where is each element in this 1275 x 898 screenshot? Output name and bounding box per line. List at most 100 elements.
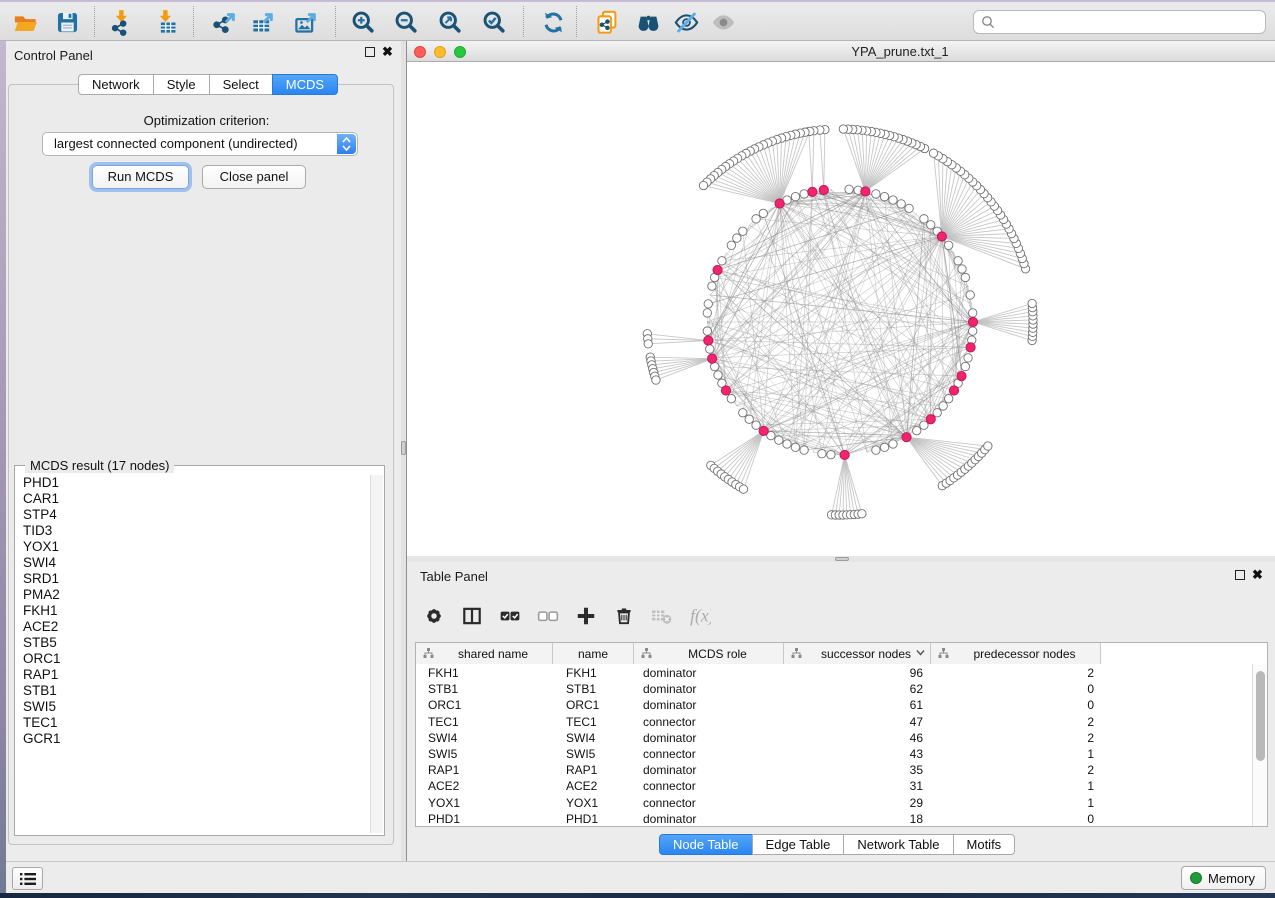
deselect-all-rows-button: [529, 599, 567, 633]
list-item[interactable]: TEC1: [17, 715, 369, 731]
list-icon: [19, 872, 37, 886]
export-image-button[interactable]: [289, 7, 323, 37]
list-item[interactable]: FKH1: [17, 603, 369, 619]
cell-MCDS-role: connector: [634, 715, 784, 729]
minimize-window-icon[interactable]: [434, 46, 446, 58]
zoom-in-button[interactable]: [346, 7, 380, 37]
close-panel-icon[interactable]: ✖: [382, 47, 393, 57]
table-row[interactable]: TEC1TEC1connector472: [416, 714, 1252, 730]
table-row[interactable]: YOX1YOX1connector291: [416, 795, 1252, 811]
memory-button[interactable]: Memory: [1181, 866, 1266, 890]
import-network-button[interactable]: [105, 7, 139, 37]
network-canvas[interactable]: [407, 62, 1275, 556]
import-table-button[interactable]: [149, 7, 183, 37]
list-item[interactable]: STB1: [17, 683, 369, 699]
float-panel-icon[interactable]: [365, 47, 375, 57]
show-panels-button[interactable]: [12, 867, 43, 890]
splitter-grip[interactable]: [401, 441, 406, 455]
table-row[interactable]: SWI5SWI5connector431: [416, 746, 1252, 762]
table-row[interactable]: FKH1FKH1dominator962: [416, 665, 1252, 681]
tab-edge-table[interactable]: Edge Table: [752, 834, 845, 855]
list-item[interactable]: PMA2: [17, 587, 369, 603]
mcds-result-list[interactable]: PHD1CAR1STP4TID3YOX1SWI4SRD1PMA2FKH1ACE2…: [17, 475, 369, 833]
search-box[interactable]: [973, 10, 1266, 34]
refresh-layout-button[interactable]: [536, 7, 570, 37]
close-panel-icon[interactable]: ✖: [1252, 570, 1263, 580]
float-panel-icon[interactable]: [1235, 570, 1245, 580]
list-item[interactable]: CAR1: [17, 491, 369, 507]
zoom-out-button[interactable]: [389, 7, 423, 37]
table-row[interactable]: RAP1RAP1dominator352: [416, 762, 1252, 778]
list-item[interactable]: STP4: [17, 507, 369, 523]
dropdown-stepper-icon: [337, 134, 356, 154]
column-header-name[interactable]: name: [553, 643, 634, 664]
open-session-button[interactable]: [8, 7, 42, 37]
table-row[interactable]: STB1STB1dominator620: [416, 681, 1252, 697]
save-session-button[interactable]: [50, 7, 84, 37]
cell-shared-name: FKH1: [416, 666, 553, 680]
table-body: FKH1FKH1dominator962STB1STB1dominator620…: [416, 665, 1252, 826]
show-all-button[interactable]: [706, 7, 740, 37]
table-row[interactable]: ORC1ORC1dominator610: [416, 697, 1252, 713]
tab-motifs[interactable]: Motifs: [953, 834, 1016, 855]
tab-node-table[interactable]: Node Table: [659, 834, 753, 855]
list-item[interactable]: PHD1: [17, 475, 369, 491]
table-row[interactable]: ACE2ACE2connector311: [416, 778, 1252, 794]
close-window-icon[interactable]: [414, 46, 426, 58]
column-header-successor-nodes[interactable]: successor nodes: [784, 643, 931, 664]
tab-style[interactable]: Style: [153, 74, 210, 95]
show-columns-button[interactable]: [453, 599, 491, 633]
list-item[interactable]: GCR1: [17, 731, 369, 747]
list-item[interactable]: STB5: [17, 635, 369, 651]
column-settings-icon: [423, 605, 445, 627]
toolbar-separator: [576, 6, 577, 37]
table-row[interactable]: PHD1PHD1dominator180: [416, 811, 1252, 826]
hide-selected-button[interactable]: [669, 7, 703, 37]
list-item[interactable]: RAP1: [17, 667, 369, 683]
close-panel-button[interactable]: Close panel: [202, 165, 306, 189]
open-session-icon: [12, 9, 39, 36]
add-column-button[interactable]: [567, 599, 605, 633]
tab-network-table[interactable]: Network Table: [843, 834, 953, 855]
tab-network[interactable]: Network: [78, 74, 154, 95]
select-all-rows-button[interactable]: [491, 599, 529, 633]
maximize-window-icon[interactable]: [454, 46, 466, 58]
table-row[interactable]: SWI4SWI4dominator462: [416, 730, 1252, 746]
cell-predecessor-nodes: 2: [931, 763, 1101, 777]
splitter-grip[interactable]: [835, 557, 849, 561]
list-item[interactable]: ACE2: [17, 619, 369, 635]
criterion-dropdown[interactable]: largest connected component (undirected): [42, 132, 358, 156]
list-item[interactable]: SWI4: [17, 555, 369, 571]
export-table-button[interactable]: [246, 7, 280, 37]
list-item[interactable]: SRD1: [17, 571, 369, 587]
network-window-titlebar[interactable]: YPA_prune.txt_1: [407, 41, 1275, 62]
first-neighbors-button[interactable]: [631, 7, 665, 37]
export-network-button[interactable]: [208, 7, 242, 37]
list-item[interactable]: YOX1: [17, 539, 369, 555]
cell-name: FKH1: [553, 666, 634, 680]
zoom-fit-icon: [437, 9, 464, 36]
list-item[interactable]: SWI5: [17, 699, 369, 715]
column-header-predecessor-nodes[interactable]: predecessor nodes: [931, 643, 1101, 664]
tab-select[interactable]: Select: [209, 74, 273, 95]
duplicate-network-button[interactable]: [590, 7, 624, 37]
zoom-selected-button[interactable]: [477, 7, 511, 37]
cell-successor-nodes: 62: [784, 682, 931, 696]
search-input[interactable]: [995, 12, 1265, 32]
zoom-fit-button[interactable]: [433, 7, 467, 37]
list-item[interactable]: TID3: [17, 523, 369, 539]
table-scrollbar[interactable]: [1252, 664, 1267, 826]
list-item[interactable]: ORC1: [17, 651, 369, 667]
column-header-shared-name[interactable]: shared name: [416, 643, 553, 664]
mcds-list-scrollbar[interactable]: [370, 475, 383, 833]
cell-MCDS-role: dominator: [634, 731, 784, 745]
tab-mcds[interactable]: MCDS: [272, 74, 338, 95]
cell-MCDS-role: dominator: [634, 682, 784, 696]
mcds-result-title: MCDS result (17 nodes): [25, 458, 174, 473]
delete-column-button[interactable]: [605, 599, 643, 633]
scrollbar-thumb[interactable]: [1256, 671, 1265, 761]
column-settings-button[interactable]: [415, 599, 453, 633]
run-mcds-button[interactable]: Run MCDS: [92, 165, 189, 189]
export-table-icon: [250, 9, 277, 36]
column-header-MCDS-role[interactable]: MCDS role: [634, 643, 784, 664]
